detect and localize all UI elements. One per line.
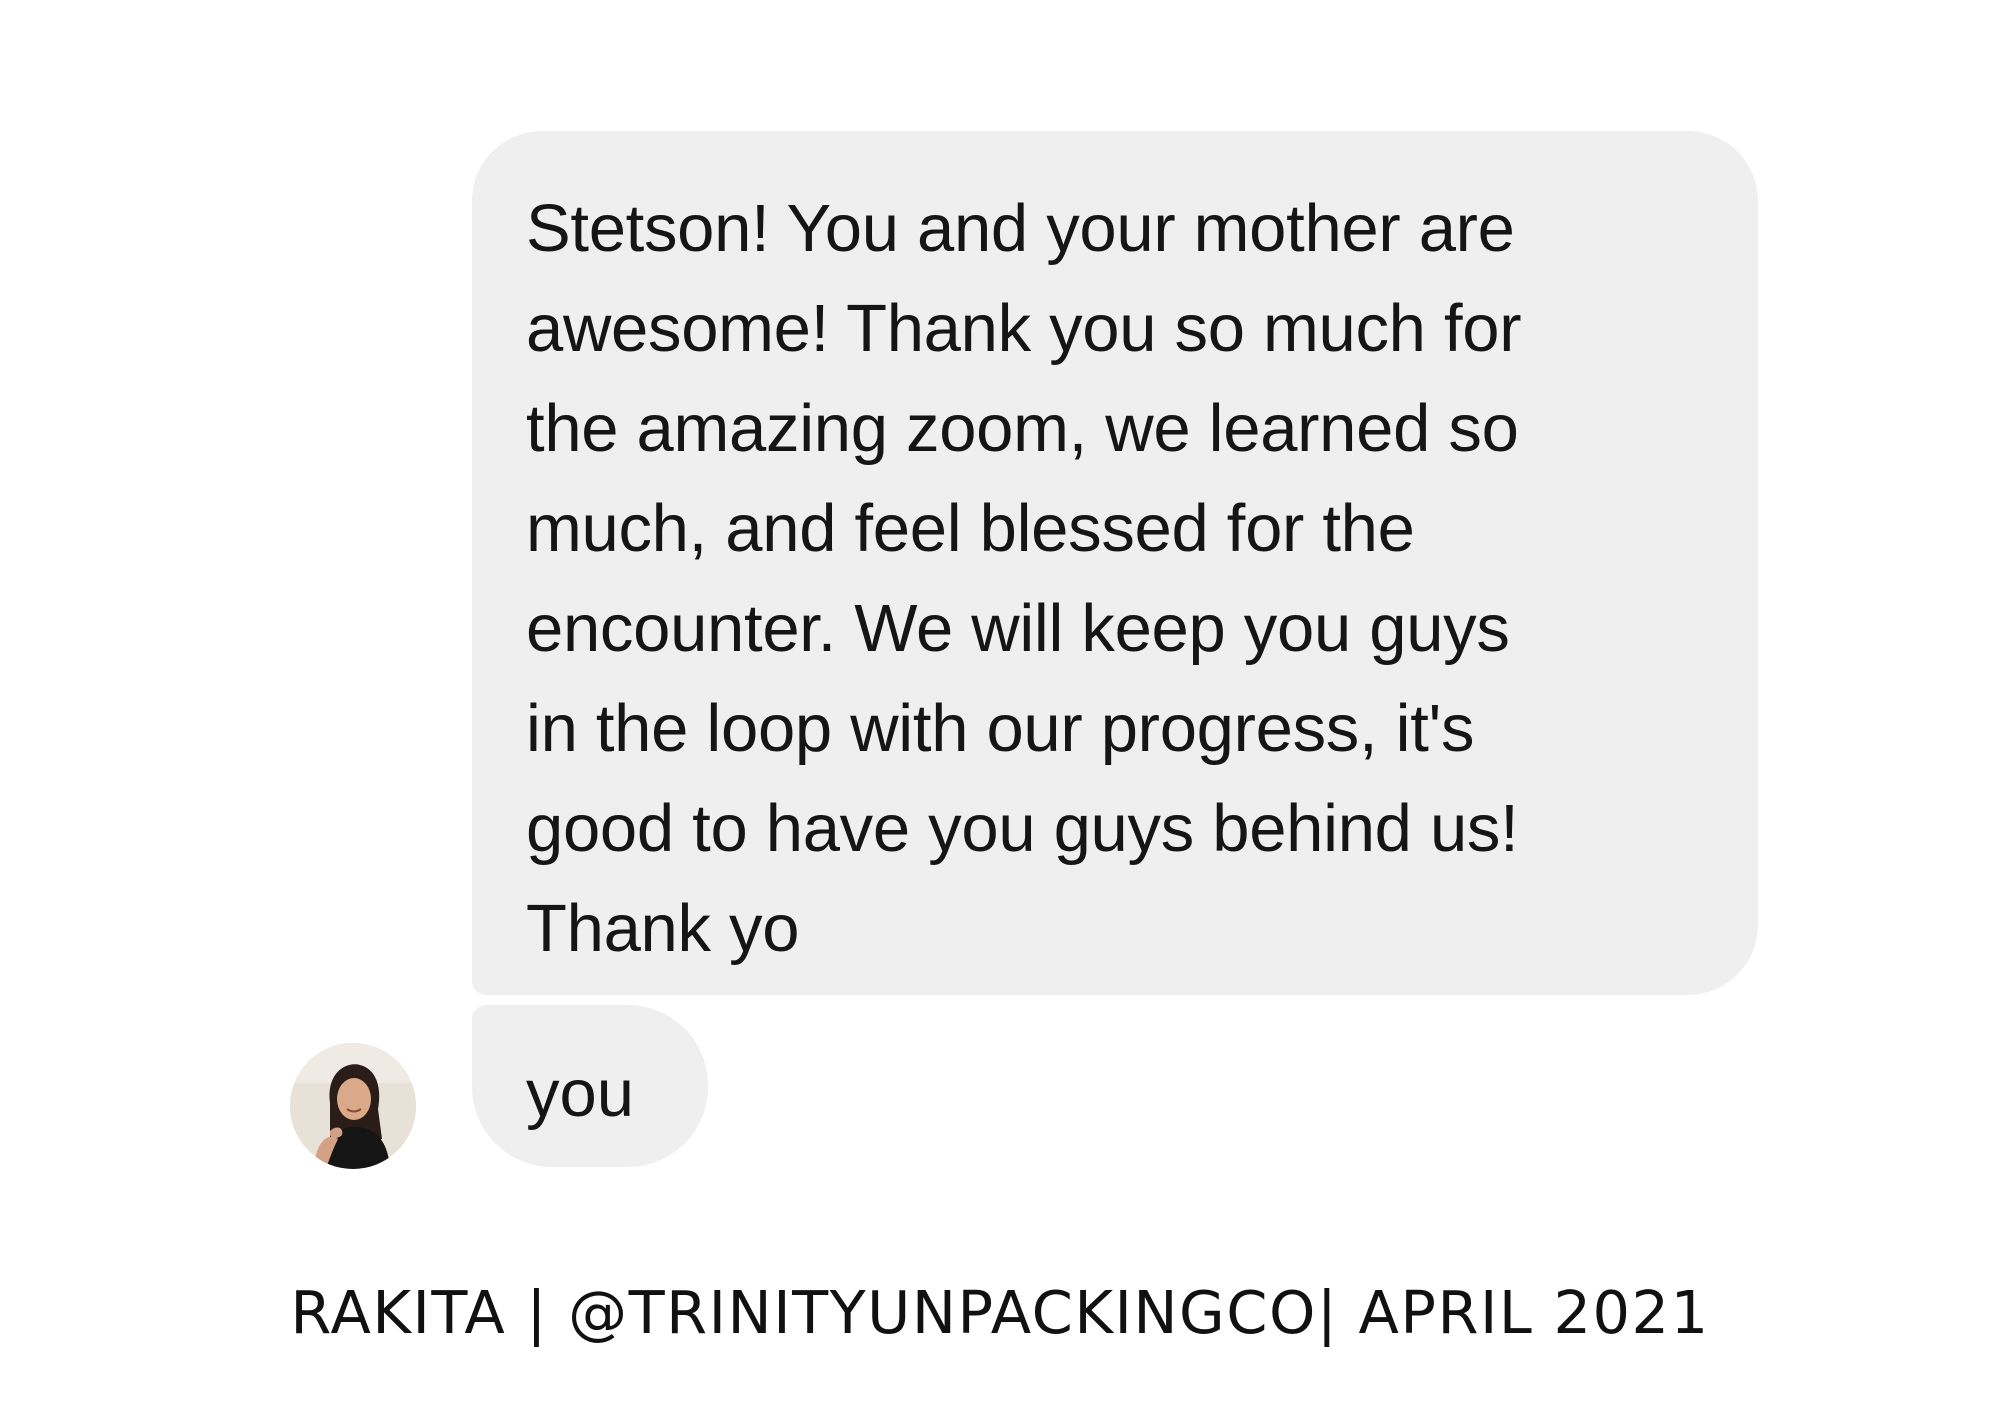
message-bubble-continuation[interactable]: you bbox=[472, 1005, 708, 1167]
message-text: Stetson! You and your mother are awesome… bbox=[526, 191, 1522, 966]
avatar-image bbox=[290, 1043, 416, 1169]
sender-avatar[interactable] bbox=[290, 1043, 416, 1169]
message-bubble[interactable]: Stetson! You and your mother are awesome… bbox=[472, 131, 1758, 995]
testimonial-caption: RAKITA | @TRINITYUNPACKINGCO| APRIL 2021 bbox=[290, 1278, 1710, 1347]
message-text: you bbox=[526, 1056, 635, 1131]
